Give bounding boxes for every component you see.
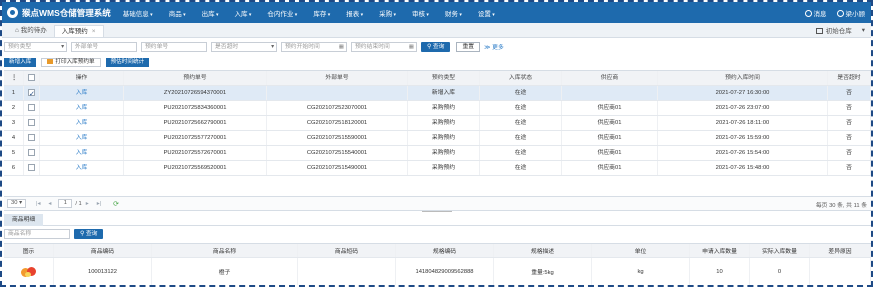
header-inbound-status[interactable]: 入库状态 [480, 71, 562, 85]
message-link[interactable]: 消息 [804, 8, 827, 18]
page-size-select[interactable]: 30 ▾ [7, 199, 26, 208]
close-icon[interactable]: × [92, 28, 96, 35]
page-summary: 每页 30 条, 共 11 条 [815, 203, 867, 209]
row-inbound-link[interactable]: 入库 [40, 131, 124, 145]
time-statistics-button[interactable]: 预估时间统计 [105, 58, 150, 67]
next-page-icon[interactable]: ▸ [86, 201, 89, 207]
nav-right: 消息 梁小顾 [804, 2, 865, 23]
menu-purchase[interactable]: 采购 [379, 8, 396, 18]
appointment-table: ⋮ 操作 预约单号 外部单号 预约类型 入库状态 供应商 预约入库时间 是否超时… [4, 70, 871, 176]
detail-search-bar: 商品名称 ⚲ 查询 [4, 229, 109, 239]
detail-tabs: 商品明细 [4, 214, 871, 226]
new-inbound-button[interactable]: 新增入库 [4, 58, 37, 67]
double-chevron-down-icon: ≫ [484, 45, 491, 51]
logo-icon [7, 7, 18, 18]
menu-basic-info[interactable]: 基础信息 [123, 8, 153, 18]
bell-icon [804, 10, 812, 18]
print-appointment-button[interactable]: 打印入库预约单 [41, 58, 101, 67]
menu-warehouse-ops[interactable]: 仓内作业 [267, 8, 297, 18]
chevron-down-icon[interactable]: ▾ [862, 26, 865, 34]
detail-table-row[interactable]: 100013122 橙子 141804829009562888 重量:5kg k… [4, 258, 871, 285]
header-external-no[interactable]: 外部单号 [267, 71, 408, 85]
user-menu[interactable]: 梁小顾 [836, 8, 865, 18]
menu-finance[interactable]: 财务 [445, 8, 462, 18]
page-number-input[interactable]: 1 [58, 199, 73, 208]
top-nav-bar: 猴点WMS仓储管理系统 基础信息 商品 出库 入库 仓内作业 库存 报表 采购 … [2, 2, 871, 23]
table-row[interactable]: 6 入库 PU20210725569520001 CG2021072515490… [4, 161, 871, 176]
appointment-type-select[interactable]: 预约类型 [4, 41, 67, 52]
goods-name-input[interactable]: 商品名称 [4, 229, 70, 239]
menu-inbound[interactable]: 入库 [235, 8, 252, 18]
tab-inbound-appointment[interactable]: 入库预约 × [53, 25, 104, 37]
menu-audit[interactable]: 审核 [412, 8, 429, 18]
menu-outbound[interactable]: 出库 [202, 8, 219, 18]
header-supplier[interactable]: 供应商 [562, 71, 658, 85]
table-row[interactable]: 4 入库 PU20210725577270001 CG2021072515590… [4, 131, 871, 146]
row-checkbox[interactable] [24, 146, 40, 160]
row-inbound-link[interactable]: 入库 [40, 161, 124, 175]
row-checkbox[interactable] [24, 131, 40, 145]
prev-page-icon[interactable]: ◂ [48, 201, 51, 207]
table-row[interactable]: 3 入库 PU20210725662790001 CG2021072518120… [4, 116, 871, 131]
tab-my-todo[interactable]: ⌂ 我的待办 [8, 25, 54, 37]
header-appointment-type[interactable]: 预约类型 [408, 71, 480, 85]
row-inbound-link[interactable]: 入库 [40, 86, 124, 100]
row-inbound-link[interactable]: 入库 [40, 101, 124, 115]
search-button[interactable]: ⚲ 查询 [421, 41, 451, 52]
warehouse-icon [815, 28, 823, 35]
menu-settings[interactable]: 设置 [478, 8, 495, 18]
action-bar: 新增入库 打印入库预约单 预估时间统计 [4, 57, 150, 68]
last-page-icon[interactable]: ▸| [97, 201, 101, 207]
warehouse-switcher[interactable]: 初始仓库 ▾ [815, 25, 865, 35]
reset-button[interactable]: 重置 [456, 41, 481, 52]
printer-icon [47, 59, 54, 65]
user-icon [836, 10, 844, 18]
row-inbound-link[interactable]: 入库 [40, 116, 124, 130]
table-row[interactable]: 2 入库 PU20210725834360001 CG2021072523070… [4, 101, 871, 116]
goods-image [4, 258, 54, 285]
row-checkbox[interactable] [24, 101, 40, 115]
page-total: / 1 [75, 200, 82, 207]
end-date-input[interactable]: 预约结束时间 [351, 41, 417, 52]
table-row[interactable]: 5 入库 PU20210725572670001 CG2021072515540… [4, 146, 871, 161]
more-filters-toggle[interactable]: ≫ 更多 [484, 42, 504, 51]
header-select-all[interactable] [24, 71, 40, 85]
app-window: 猴点WMS仓储管理系统 基础信息 商品 出库 入库 仓内作业 库存 报表 采购 … [0, 0, 873, 287]
detail-search-button[interactable]: ⚲ 查询 [74, 229, 104, 239]
header-appointment-no[interactable]: 预约单号 [124, 71, 267, 85]
pagination-bar: 30 ▾ |◂ ◂ 1 / 1 ▸ ▸| ⟳ 每页 30 条, 共 11 条 [4, 196, 871, 211]
tab-goods-detail[interactable]: 商品明细 [4, 214, 44, 226]
row-checkbox[interactable] [24, 116, 40, 130]
menu-goods[interactable]: 商品 [169, 8, 186, 18]
table-row[interactable]: 1 入库 ZY20210726594370001 新增入库 在途 2021-07… [4, 86, 871, 101]
row-inbound-link[interactable]: 入库 [40, 146, 124, 160]
menu-inventory[interactable]: 库存 [313, 8, 330, 18]
orange-image-icon [20, 266, 37, 278]
start-date-input[interactable]: 预约开始时间 [281, 41, 347, 52]
appointment-no-input[interactable]: 预约单号 [141, 41, 207, 52]
main-menu: 基础信息 商品 出库 入库 仓内作业 库存 报表 采购 审核 财务 设置 [123, 8, 511, 18]
row-checkbox[interactable] [24, 86, 40, 100]
header-appointment-time[interactable]: 预约入库时间 [658, 71, 828, 85]
page-tabs: ⌂ 我的待办 入库预约 × 初始仓库 ▾ [2, 23, 871, 38]
column-menu-icon[interactable]: ⋮ [4, 71, 24, 85]
goods-detail-table: 图示 商品编码 商品名称 商品短码 规格编码 规格描述 单位 申请入库数量 实际… [4, 243, 871, 285]
filter-bar: 预约类型 外部单号 预约单号 是否超时 预约开始时间 预约结束时间 ⚲ 查询 重… [4, 41, 504, 52]
app-title: 猴点WMS仓储管理系统 [22, 7, 111, 18]
row-checkbox[interactable] [24, 161, 40, 175]
header-timeout[interactable]: 是否超时 [828, 71, 871, 85]
detail-table-header: 图示 商品编码 商品名称 商品短码 规格编码 规格描述 单位 申请入库数量 实际… [4, 244, 871, 258]
timeout-select[interactable]: 是否超时 [211, 41, 277, 52]
refresh-icon[interactable]: ⟳ [113, 200, 119, 208]
table-header: ⋮ 操作 预约单号 外部单号 预约类型 入库状态 供应商 预约入库时间 是否超时 [4, 71, 871, 86]
panel-splitter[interactable] [422, 211, 452, 212]
menu-reports[interactable]: 报表 [346, 8, 363, 18]
external-no-input[interactable]: 外部单号 [71, 41, 137, 52]
first-page-icon[interactable]: |◂ [36, 201, 40, 207]
header-operation[interactable]: 操作 [40, 71, 124, 85]
